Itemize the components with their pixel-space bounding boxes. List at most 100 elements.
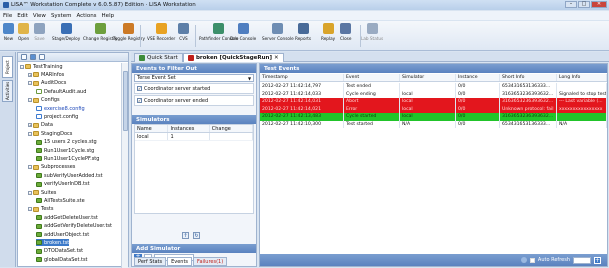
- column-header[interactable]: Change: [210, 125, 253, 132]
- tree-item[interactable]: + Data: [28, 122, 53, 129]
- tree-expander-icon[interactable]: -: [28, 165, 32, 170]
- server-console-button[interactable]: Server Console: [262, 23, 294, 41]
- event-set-select[interactable]: Terse Event Set ▼: [134, 74, 254, 82]
- tree-item[interactable]: AllTestsSuite.ste: [36, 197, 85, 204]
- new-button[interactable]: New: [3, 23, 14, 41]
- lab-status-button[interactable]: Lab Status: [361, 23, 383, 41]
- tree-item[interactable]: Run1User1CyclePF.stg: [36, 155, 99, 162]
- tree-scrollbar[interactable]: [121, 63, 128, 268]
- tab-perf-stats[interactable]: Perf Stats: [134, 257, 167, 266]
- menu-view[interactable]: View: [33, 13, 46, 19]
- tree-item[interactable]: - StagingDocs: [28, 130, 72, 137]
- tree-expander-icon[interactable]: -: [28, 81, 32, 86]
- table-row[interactable]: 2012-02-27 11:42:14,021 Error local 0/0 Unkn…: [260, 105, 607, 113]
- cvs-button[interactable]: CVS: [178, 23, 189, 41]
- menu-actions[interactable]: Actions: [76, 13, 96, 19]
- reports-button[interactable]: Reports: [295, 23, 311, 41]
- close-tab-icon[interactable]: ✕: [274, 55, 279, 61]
- clear-icon[interactable]: [520, 257, 527, 263]
- table-row[interactable]: local 1: [135, 133, 253, 141]
- auto-refresh-checkbox[interactable]: [529, 257, 535, 263]
- table-row[interactable]: 2012-02-27 11:42:10,300 Test started N/A 0/…: [260, 120, 607, 128]
- tab-broken-quickstagerun[interactable]: broken [QuickStageRun] ✕: [183, 53, 284, 62]
- dev-console-button[interactable]: Dev Console: [230, 23, 256, 41]
- tree-item[interactable]: subVerifyUserAdded.tst: [36, 172, 103, 179]
- tree-item[interactable]: - Configs: [28, 97, 60, 104]
- menu-edit[interactable]: Edit: [17, 13, 28, 19]
- tree-item[interactable]: addGetDeleteUser.tst: [36, 214, 98, 221]
- tree-item[interactable]: DTODataSet.tst: [36, 248, 83, 255]
- table-row[interactable]: 2012-02-27 11:42:14,031 Abort local 0/0 3163…: [260, 98, 607, 106]
- table-row[interactable]: 2012-02-27 11:42:14,797 Test ended 0/0 6534…: [260, 83, 607, 91]
- tree-item[interactable]: exercise8.config: [36, 105, 85, 112]
- minimize-button[interactable]: –: [565, 1, 577, 8]
- menu-help[interactable]: Help: [102, 13, 115, 19]
- column-header[interactable]: Short Info: [500, 74, 557, 81]
- tree-expander-icon[interactable]: +: [28, 123, 32, 128]
- column-header[interactable]: Simulator: [400, 74, 456, 81]
- file-icon: [36, 232, 42, 237]
- tree-item[interactable]: DefaultAudit.aud: [36, 88, 86, 95]
- tree-item-label: broken.tst: [44, 239, 70, 246]
- close-button[interactable]: Close: [340, 23, 351, 41]
- up-arrow-icon[interactable]: ↑: [182, 232, 189, 239]
- checkbox[interactable]: ✓: [137, 86, 142, 91]
- tree-item[interactable]: - TestTraining: [20, 63, 63, 70]
- side-tab-project[interactable]: Project: [2, 56, 13, 78]
- tab-events[interactable]: Events: [167, 257, 193, 266]
- tree-expander-icon[interactable]: +: [28, 72, 32, 77]
- tree-item-label: Run1User1CyclePF.stg: [44, 155, 100, 162]
- refresh-icon[interactable]: [30, 54, 36, 60]
- tree-item[interactable]: - Tests: [28, 206, 53, 213]
- tree-item[interactable]: - Subprocesses: [28, 164, 75, 171]
- tree-item[interactable]: 15 users 2 cycles.stg: [36, 139, 97, 146]
- vse-recorder-button[interactable]: VSE Recorder: [147, 23, 175, 41]
- tree-item[interactable]: globalDataSet.tst: [36, 256, 88, 263]
- column-header[interactable]: Event: [344, 74, 400, 81]
- menu-file[interactable]: File: [3, 13, 12, 19]
- tab-quick-start[interactable]: Quick Start: [134, 53, 183, 62]
- save-button[interactable]: Save: [34, 23, 45, 41]
- tree-item-label: 15 users 2 cycles.stg: [44, 139, 97, 146]
- tree-item[interactable]: - AuditDocs: [28, 80, 66, 87]
- tab-failures[interactable]: Failures(1): [193, 257, 228, 266]
- tree-item[interactable]: + MARInfos: [28, 71, 64, 78]
- collapse-all-icon[interactable]: [21, 54, 27, 60]
- checkbox[interactable]: ✓: [137, 98, 142, 103]
- refresh-interval-input[interactable]: [573, 256, 591, 264]
- close-window-button[interactable]: ✕: [591, 1, 607, 8]
- table-cell: 0/0: [456, 83, 500, 91]
- tree-expander-icon[interactable]: -: [28, 98, 32, 103]
- maximize-button[interactable]: □: [578, 1, 590, 8]
- tree-item[interactable]: addGetVerifyDeleteUser.tst: [36, 223, 112, 230]
- tree-expander-icon[interactable]: -: [28, 131, 32, 136]
- filter-item-server-ended[interactable]: ✓ Coordinator server ended: [134, 95, 254, 106]
- tree-expander-icon[interactable]: -: [28, 190, 32, 195]
- tree-item[interactable]: - Suites: [28, 189, 56, 196]
- add-event-button[interactable]: +: [594, 256, 601, 264]
- tree-item[interactable]: Run1User1Cycle.stg: [36, 147, 94, 154]
- side-tab-activities[interactable]: Activities: [2, 80, 13, 102]
- table-row[interactable]: 2012-02-27 11:42:14,033 Cycle ending local…: [260, 90, 607, 98]
- replay-button[interactable]: Replay: [321, 23, 335, 41]
- scrollbar-thumb[interactable]: [123, 71, 128, 131]
- column-header[interactable]: Timestamp: [260, 74, 344, 81]
- tree-item[interactable]: addUserObject.tst: [36, 231, 89, 238]
- toolbar-divider: [360, 25, 361, 47]
- open-button[interactable]: Open: [18, 23, 29, 41]
- tree-item[interactable]: broken.tst: [36, 239, 70, 247]
- column-header[interactable]: Long Info: [557, 74, 607, 81]
- tree-item[interactable]: verifyUserInDB.tst: [36, 181, 90, 188]
- tree-item[interactable]: project.config: [36, 113, 78, 120]
- filter-item-server-started[interactable]: ✓ Coordinator server started: [134, 83, 254, 94]
- column-header[interactable]: Name: [135, 125, 169, 132]
- table-row[interactable]: 2012-02-27 11:42:13,483 Cycle started loca…: [260, 113, 607, 121]
- column-header[interactable]: Instance: [456, 74, 500, 81]
- tree-expander-icon[interactable]: -: [20, 64, 24, 69]
- refresh-icon[interactable]: ↻: [193, 232, 200, 239]
- column-header[interactable]: Instances: [168, 125, 210, 132]
- tree-expander-icon[interactable]: -: [28, 207, 32, 212]
- panel-menu-icon[interactable]: [39, 54, 45, 60]
- stage-deploy-button[interactable]: Stage/Deploy: [52, 23, 80, 41]
- menu-system[interactable]: System: [51, 13, 72, 19]
